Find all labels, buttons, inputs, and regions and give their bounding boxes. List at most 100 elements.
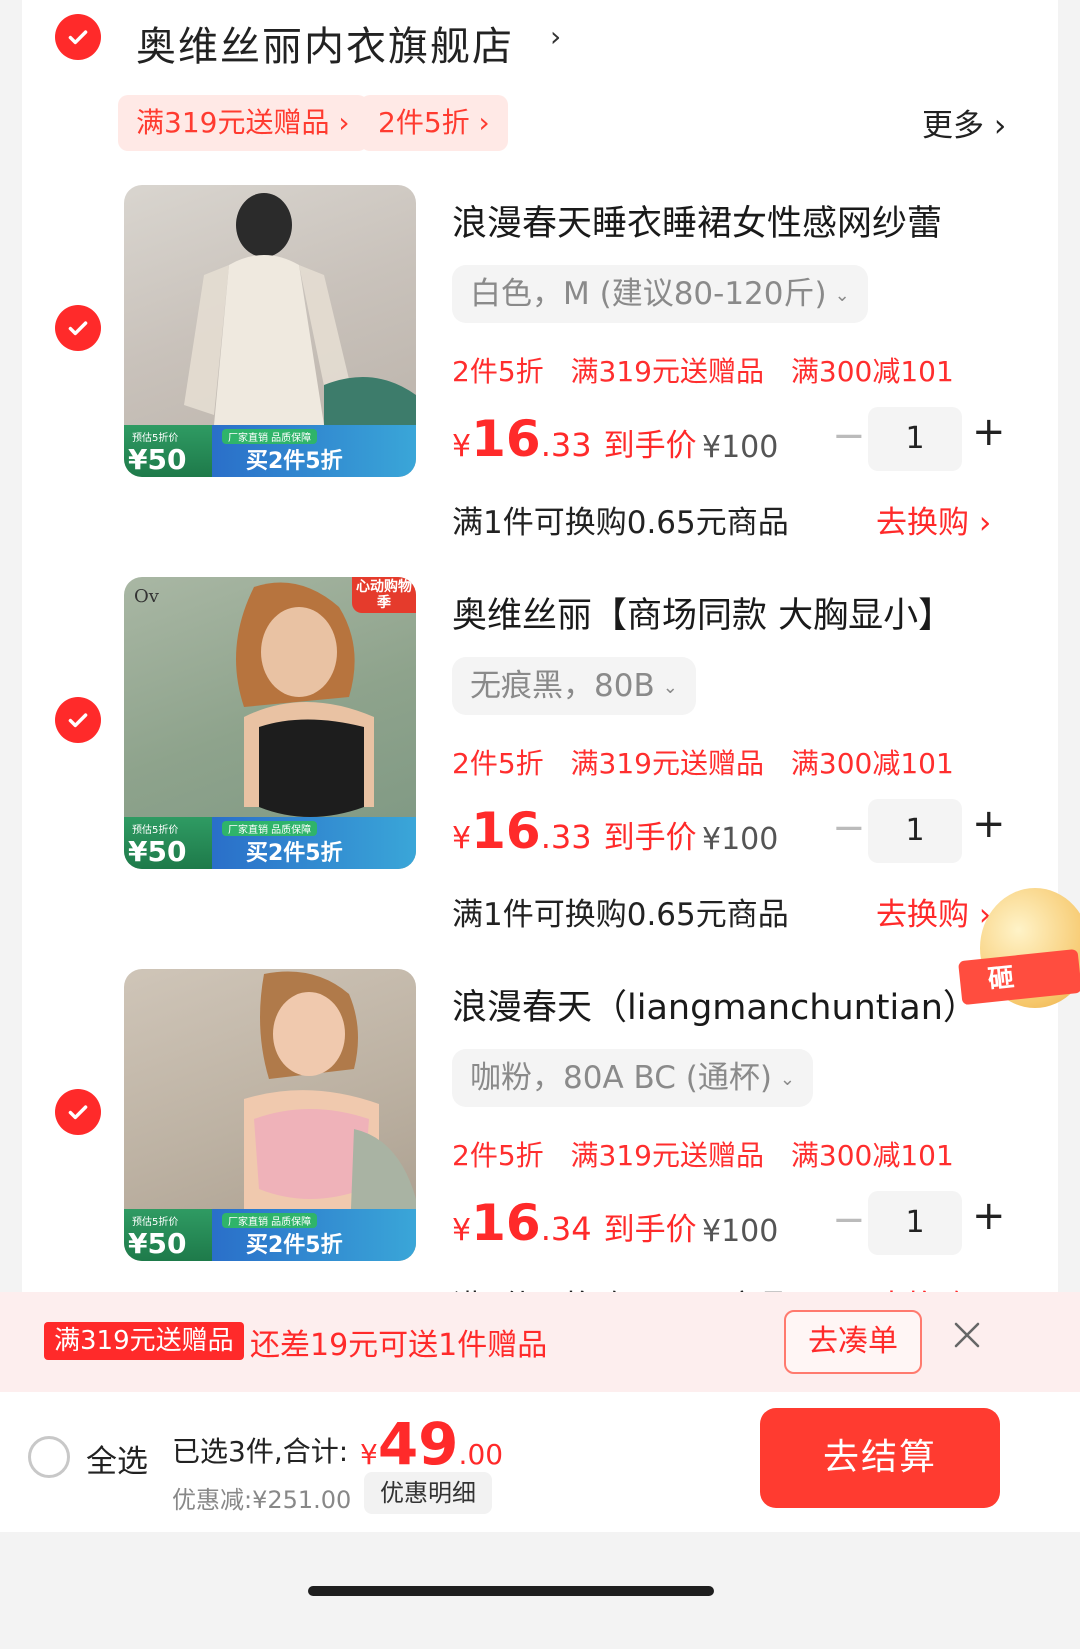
price-decimal: .33 — [540, 426, 592, 464]
thumb-price-badge: 预估5折价 ¥50 — [124, 817, 224, 869]
summary-label: 已选3件,合计: — [172, 1435, 349, 1468]
sku-selector[interactable]: 无痕黑，80B ⌄ — [452, 657, 696, 715]
store-promo-gift[interactable]: 满319元送赠品 › — [118, 95, 368, 151]
quantity-field[interactable]: 1 — [868, 407, 962, 471]
product-image[interactable]: 预估5折价 ¥50 厂家直销 品质保障 买2件5折 — [124, 185, 416, 477]
svg-text:Ov: Ov — [134, 586, 160, 607]
thumb-price-badge: 预估5折价 ¥50 — [124, 425, 224, 477]
sku-text: 无痕黑，80B — [470, 668, 655, 704]
cart-item: Ov 心动购物季 预估5折价 ¥50 厂家直销 品质保障 买2件5折 奥维丝丽【… — [22, 577, 1058, 987]
thumb-badge-small: 预估5折价 — [132, 825, 179, 836]
sku-selector[interactable]: 咖粉，80A BC (通杯) ⌄ — [452, 1049, 814, 1107]
checkout-bar: 全选 已选3件,合计: ¥49.00 优惠减:¥251.00 优惠明细 去结算 — [0, 1392, 1080, 1532]
promo-item: 满319元送赠品 — [570, 1139, 764, 1172]
product-image[interactable]: 预估5折价 ¥50 厂家直销 品质保障 买2件5折 — [124, 969, 416, 1261]
promo-list: 2件5折 满319元送赠品 满300减101 — [452, 742, 972, 782]
sku-selector[interactable]: 白色，M (建议80-120斤) ⌄ — [452, 265, 868, 323]
price-currency: ¥ — [452, 429, 472, 464]
product-image[interactable]: Ov 心动购物季 预估5折价 ¥50 厂家直销 品质保障 买2件5折 — [124, 577, 416, 869]
thumb-price-badge: 预估5折价 ¥50 — [124, 1209, 224, 1261]
price-currency: ¥ — [452, 821, 472, 856]
total-decimal: .00 — [458, 1438, 504, 1471]
price-label: 到手价 — [603, 1212, 697, 1248]
final-price: ¥16.33 到手价 — [452, 802, 697, 860]
item-check-icon[interactable] — [55, 1089, 101, 1135]
price-integer: 16 — [471, 802, 541, 860]
thumb-badge-small: 预估5折价 — [132, 1217, 179, 1228]
check-icon — [68, 1105, 88, 1120]
checkout-button[interactable]: 去结算 — [760, 1408, 1000, 1508]
price-currency: ¥ — [452, 1213, 472, 1248]
swap-info: 满1件可换购0.65元商品 — [452, 897, 789, 933]
minus-icon[interactable]: − — [832, 1197, 866, 1243]
add-more-button[interactable]: 去凑单 — [784, 1310, 922, 1374]
chevron-down-icon: ⌄ — [779, 1068, 796, 1090]
item-check-icon[interactable] — [55, 305, 101, 351]
price-label: 到手价 — [603, 820, 697, 856]
promo-item: 满300减101 — [790, 747, 954, 780]
home-indicator[interactable] — [308, 1586, 714, 1596]
minus-icon[interactable]: − — [832, 805, 866, 851]
store-check-icon[interactable] — [55, 14, 101, 60]
total-currency: ¥ — [360, 1438, 378, 1471]
thumb-badge-small: 厂家直销 品质保障 — [222, 821, 318, 836]
price-integer: 16 — [471, 1194, 541, 1252]
select-all-label[interactable]: 全选 — [86, 1436, 148, 1481]
thumb-badge-small: 厂家直销 品质保障 — [222, 429, 318, 444]
sku-text: 咖粉，80A BC (通杯) — [470, 1060, 772, 1096]
promo-item: 满300减101 — [790, 1139, 954, 1172]
promo-item: 2件5折 — [452, 355, 544, 388]
chevron-right-icon[interactable]: › — [550, 20, 561, 53]
close-icon[interactable] — [952, 1320, 982, 1350]
thumb-badge-small: 厂家直销 品质保障 — [222, 1213, 318, 1228]
final-price: ¥16.34 到手价 — [452, 1194, 697, 1252]
thumb-badge-big: ¥50 — [128, 1227, 187, 1260]
promo-item: 满300减101 — [790, 355, 954, 388]
plus-icon[interactable]: + — [972, 1193, 1006, 1239]
thumb-badge-big: 买2件5折 — [246, 841, 343, 866]
thumb-badge-big: ¥50 — [128, 443, 187, 476]
promo-item: 满319元送赠品 — [570, 355, 764, 388]
price-integer: 16 — [471, 410, 541, 468]
check-icon — [68, 30, 88, 45]
check-icon — [68, 713, 88, 728]
price-decimal: .33 — [540, 818, 592, 856]
quantity-field[interactable]: 1 — [868, 1191, 962, 1255]
cart-item: 预估5折价 ¥50 厂家直销 品质保障 买2件5折 浪漫春天睡衣睡裙女性感网纱蕾… — [22, 185, 1058, 595]
product-title[interactable]: 奥维丝丽【商场同款 大胸显小】 — [452, 587, 1032, 638]
thumb-badge-big: 买2件5折 — [246, 1233, 343, 1258]
thumb-corner-badge: 心动购物季 — [352, 577, 416, 613]
gift-bar: 满319元送赠品 还差19元可送1件赠品 去凑单 — [0, 1292, 1080, 1392]
total-price: ¥49.00 — [360, 1410, 503, 1478]
store-name[interactable]: 奥维丝丽内衣旗舰店 — [136, 14, 514, 72]
thumb-promo-badge: 厂家直销 品质保障 买2件5折 — [212, 1209, 416, 1261]
plus-icon[interactable]: + — [972, 409, 1006, 455]
store-promo-discount[interactable]: 2件5折 › — [360, 95, 508, 151]
promo-item: 满319元送赠品 — [570, 747, 764, 780]
swap-button[interactable]: 去换购 › — [876, 497, 991, 542]
plus-icon[interactable]: + — [972, 801, 1006, 847]
thumb-badge-small: 预估5折价 — [132, 433, 179, 444]
promo-item: 2件5折 — [452, 1139, 544, 1172]
product-title[interactable]: 浪漫春天（liangmanchuntian） — [452, 979, 1032, 1030]
sku-text: 白色，M (建议80-120斤) — [470, 276, 827, 312]
thumb-badge-big: ¥50 — [128, 835, 187, 868]
chevron-down-icon: ⌄ — [834, 284, 850, 306]
item-check-icon[interactable] — [55, 697, 101, 743]
promo-list: 2件5折 满319元送赠品 满300减101 — [452, 1134, 972, 1174]
discount-detail-button[interactable]: 优惠明细 — [364, 1472, 492, 1514]
discount-text: 优惠减:¥251.00 — [172, 1486, 352, 1514]
promo-list: 2件5折 满319元送赠品 满300减101 — [452, 350, 972, 390]
product-title[interactable]: 浪漫春天睡衣睡裙女性感网纱蕾 — [452, 195, 1032, 246]
minus-icon[interactable]: − — [832, 413, 866, 459]
promo-item: 2件5折 — [452, 747, 544, 780]
chevron-down-icon: ⌄ — [662, 676, 678, 698]
original-price: ¥100 — [702, 430, 779, 465]
original-price: ¥100 — [702, 1214, 779, 1249]
swap-button[interactable]: 去换购 › — [876, 889, 991, 934]
quantity-field[interactable]: 1 — [868, 799, 962, 863]
total-integer: 49 — [377, 1410, 459, 1478]
thumb-promo-badge: 厂家直销 品质保障 买2件5折 — [212, 425, 416, 477]
more-link[interactable]: 更多 › — [922, 100, 1006, 145]
select-all-radio[interactable] — [28, 1436, 70, 1478]
